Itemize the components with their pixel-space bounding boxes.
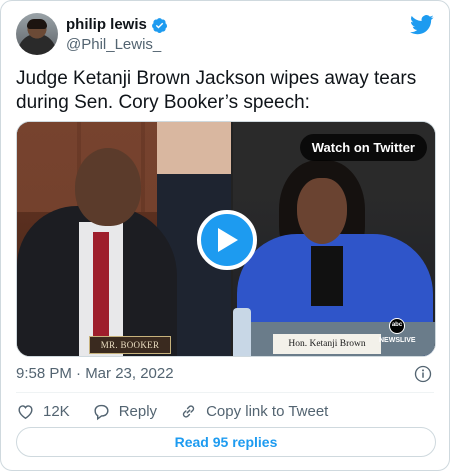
like-count: 12K: [43, 402, 70, 420]
reply-bubble-icon: [94, 404, 109, 420]
judge-top: [311, 246, 343, 306]
divider: [16, 392, 434, 393]
link-icon: [182, 404, 195, 418]
copy-link-button[interactable]: Copy link to Tweet: [179, 402, 328, 421]
author-display-name[interactable]: philip lewis: [66, 16, 147, 34]
left-nameplate: MR. BOOKER: [89, 336, 171, 354]
author-name-row[interactable]: philip lewis: [66, 16, 168, 34]
heart-icon: [18, 404, 33, 419]
info-icon[interactable]: [414, 365, 432, 383]
judge-face: [297, 178, 347, 244]
water-bottle: [233, 308, 251, 356]
tweet-video[interactable]: MR. BOOKER Hon. Ketanji Brown Jackson ab…: [16, 121, 436, 357]
read-replies-button[interactable]: Read 95 replies: [16, 427, 436, 457]
speaker-tie: [93, 232, 109, 352]
tweet-card: philip lewis @Phil_Lewis_ Judge Ketanji …: [0, 0, 450, 471]
copy-link-label: Copy link to Tweet: [206, 402, 329, 420]
speaker-head: [75, 148, 141, 226]
network-logo-text: NEWSLIVE: [379, 337, 416, 344]
network-logo-mark: abc: [389, 318, 405, 334]
tweet-header: philip lewis @Phil_Lewis_: [16, 13, 434, 57]
tweet-timestamp[interactable]: 9:58 PM · Mar 23, 2022: [16, 364, 174, 384]
reply-button[interactable]: Reply: [92, 402, 157, 421]
like-button[interactable]: 12K: [16, 402, 70, 421]
reply-label: Reply: [118, 402, 158, 420]
tweet-actions: 12K Reply Copy link to Tweet: [16, 400, 350, 422]
author-handle[interactable]: @Phil_Lewis_: [66, 36, 161, 54]
twitter-bird-icon[interactable]: [410, 15, 434, 35]
tweet-text: Judge Ketanji Brown Jackson wipes away t…: [16, 68, 417, 113]
play-icon: [218, 228, 238, 252]
verified-badge-icon: [151, 17, 167, 33]
play-button[interactable]: [197, 210, 257, 270]
right-nameplate: Hon. Ketanji Brown Jackson: [273, 334, 381, 354]
network-logo: abc NEWSLIVE: [379, 318, 416, 350]
author-avatar[interactable]: [16, 13, 58, 55]
watch-on-twitter-button[interactable]: Watch on Twitter: [299, 134, 427, 161]
